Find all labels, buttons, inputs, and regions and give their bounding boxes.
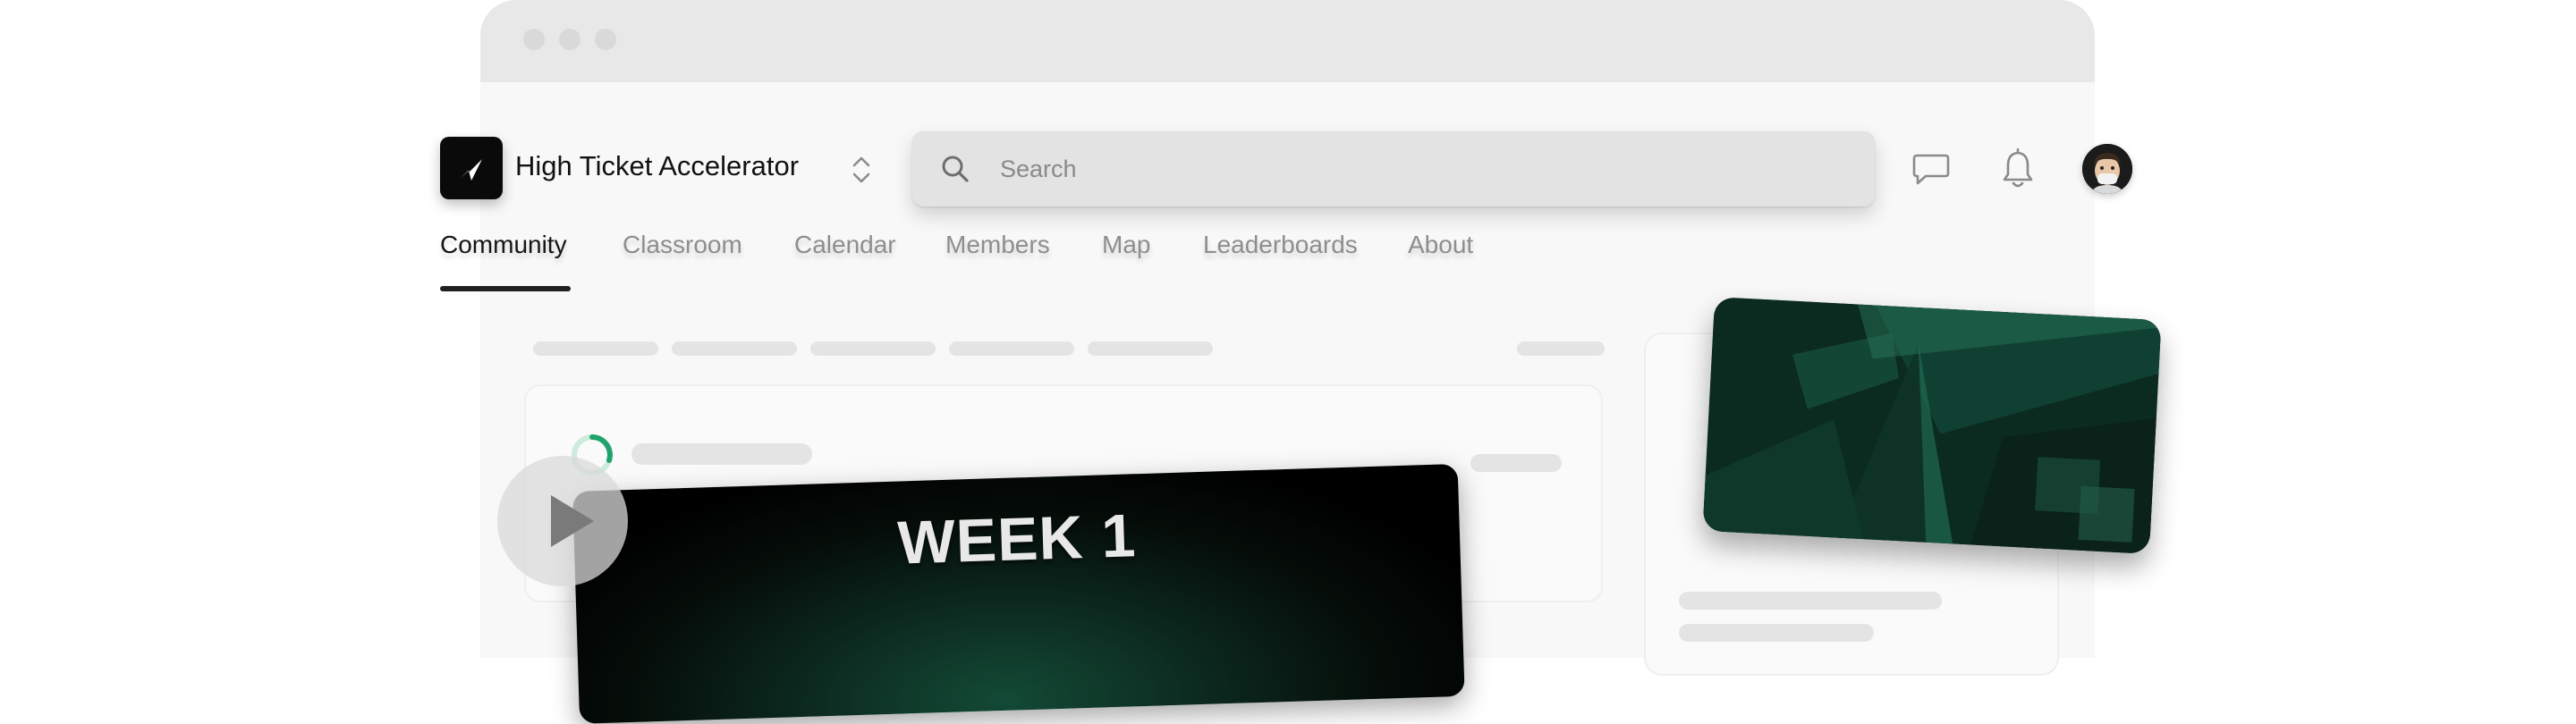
video-title: WEEK 1 — [896, 501, 1138, 577]
play-icon — [551, 495, 594, 547]
tab-leaderboards[interactable]: Leaderboards — [1203, 231, 1358, 259]
skeleton-line — [631, 443, 812, 465]
tab-members[interactable]: Members — [945, 231, 1050, 259]
skeleton-line — [1679, 624, 1874, 642]
skeleton-chip — [1517, 341, 1605, 356]
skeleton-chip — [949, 341, 1074, 356]
active-tab-indicator — [440, 286, 571, 291]
avatar[interactable] — [2082, 144, 2132, 194]
video-card[interactable]: WEEK 1 — [572, 463, 1465, 724]
thumbnail-artwork — [1702, 297, 2162, 554]
chevron-up-down-icon[interactable] — [848, 152, 875, 188]
window-titlebar — [480, 0, 2095, 82]
tab-about[interactable]: About — [1408, 231, 1473, 259]
skeleton-chip — [672, 341, 797, 356]
skeleton-chip — [533, 341, 658, 356]
window-close-dot[interactable] — [523, 29, 545, 50]
app-title[interactable]: High Ticket Accelerator — [515, 150, 799, 182]
tab-classroom[interactable]: Classroom — [623, 231, 742, 259]
skeleton-chip — [810, 341, 936, 356]
course-thumbnail[interactable] — [1702, 297, 2162, 554]
window-maximize-dot[interactable] — [595, 29, 616, 50]
bell-icon[interactable] — [2000, 148, 2036, 189]
chat-icon[interactable] — [1911, 152, 1951, 188]
skeleton-chip — [1088, 341, 1213, 356]
search-input[interactable] — [998, 147, 1843, 190]
tab-calendar[interactable]: Calendar — [794, 231, 896, 259]
skeleton-line — [1470, 454, 1562, 472]
app-logo[interactable] — [440, 137, 503, 199]
paper-plane-logo-icon — [460, 154, 486, 181]
user-avatar-image — [2082, 144, 2132, 194]
tab-map[interactable]: Map — [1102, 231, 1150, 259]
search-icon — [942, 156, 969, 182]
tab-community[interactable]: Community — [440, 231, 567, 259]
search-bar[interactable] — [912, 131, 1875, 206]
skeleton-line — [1679, 592, 1942, 610]
window-minimize-dot[interactable] — [559, 29, 580, 50]
